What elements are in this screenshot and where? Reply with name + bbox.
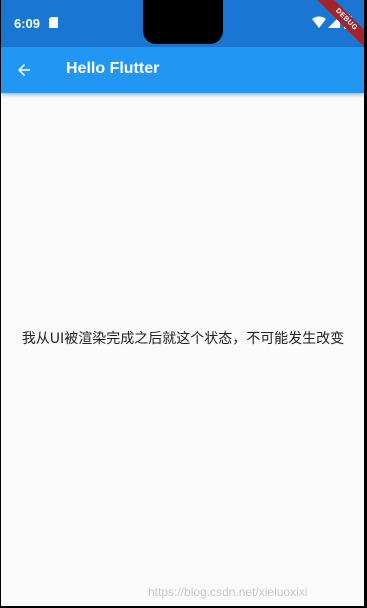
- wifi-icon: [312, 16, 326, 28]
- status-time: 6:09: [14, 16, 41, 31]
- app-bar: Hello Flutter: [1, 47, 364, 93]
- app-bar-title: Hello Flutter: [66, 60, 160, 77]
- arrow-back-icon: [18, 64, 30, 76]
- back-button[interactable]: [10, 56, 38, 84]
- sd-card-icon: [49, 17, 58, 28]
- status-bar: 6:09 DEBUG: [1, 0, 364, 56]
- body-message: 我从UI被渲染完成之后就这个状态，不可能发生改变: [21, 331, 345, 347]
- watermark: https://blog.csdn.net/xieluoxixi: [148, 585, 308, 599]
- camera-notch: [143, 0, 223, 44]
- app-screen: 6:09 DEBUG Hello Flutter 我从UI被渲染完成之后就这个状…: [1, 0, 364, 606]
